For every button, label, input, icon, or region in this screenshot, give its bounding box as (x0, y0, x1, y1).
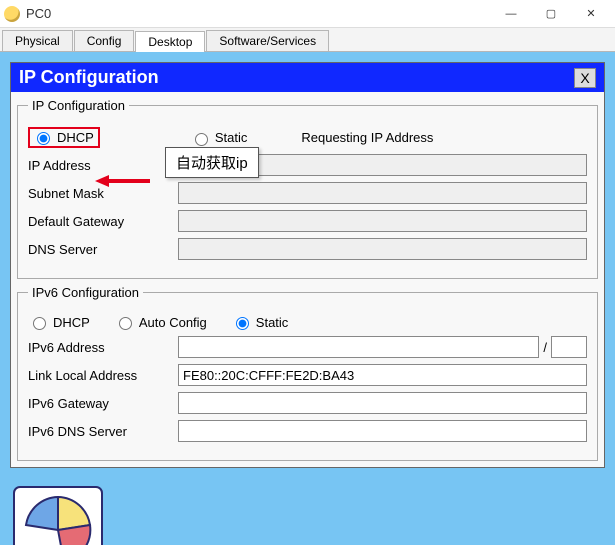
dns-server-input[interactable] (178, 238, 587, 260)
ipv6-static-radio-input[interactable] (236, 317, 249, 330)
ipv4-dhcp-radio[interactable]: DHCP (28, 127, 100, 148)
ip-configuration-window: IP Configuration X IP Configuration DHCP… (10, 62, 605, 468)
subnet-mask-input[interactable] (178, 182, 587, 204)
ipv6-address-row: IPv6 Address / (28, 336, 587, 358)
ipv6-dns-input[interactable] (178, 420, 587, 442)
ipv6-gateway-input[interactable] (178, 392, 587, 414)
ipv4-static-label: Static (215, 130, 248, 145)
minimize-button[interactable]: — (491, 0, 531, 28)
ipv6-fieldset: IPv6 Configuration DHCP Auto Config Stat… (17, 285, 598, 461)
titlebar: PC0 — ▢ ✕ (0, 0, 615, 28)
ipv6-autoconfig-label: Auto Config (139, 315, 207, 330)
link-local-row: Link Local Address (28, 364, 587, 386)
annotation-arrow-icon (95, 173, 150, 189)
ip-configuration-close-button[interactable]: X (574, 68, 596, 88)
default-gateway-input[interactable] (178, 210, 587, 232)
link-local-label: Link Local Address (28, 368, 178, 383)
ipv6-static-radio[interactable]: Static (231, 314, 289, 330)
ipv4-mode-row: DHCP Static Requesting IP Address (28, 127, 587, 148)
ipv4-dhcp-radio-input[interactable] (37, 132, 50, 145)
ipv6-dns-row: IPv6 DNS Server (28, 420, 587, 442)
ipv6-gateway-row: IPv6 Gateway (28, 392, 587, 414)
ipv6-static-label: Static (256, 315, 289, 330)
tab-physical[interactable]: Physical (2, 30, 73, 51)
ip-address-label: IP Address (28, 158, 178, 173)
ipv4-status-text: Requesting IP Address (301, 130, 433, 145)
ipv6-dhcp-radio[interactable]: DHCP (28, 314, 90, 330)
maximize-button[interactable]: ▢ (531, 0, 571, 28)
link-local-input[interactable] (178, 364, 587, 386)
tab-config[interactable]: Config (74, 30, 135, 51)
tab-software-services[interactable]: Software/Services (206, 30, 329, 51)
ip-configuration-title: IP Configuration (19, 67, 574, 88)
ipv6-dhcp-radio-input[interactable] (33, 317, 46, 330)
window-title: PC0 (26, 6, 491, 21)
tab-desktop[interactable]: Desktop (135, 31, 205, 52)
dns-server-label: DNS Server (28, 242, 178, 257)
default-gateway-row: Default Gateway (28, 210, 587, 232)
desktop-area: IP Configuration X IP Configuration DHCP… (0, 52, 615, 545)
close-button[interactable]: ✕ (571, 0, 611, 28)
ipv6-mode-row: DHCP Auto Config Static (28, 314, 587, 330)
ipv6-address-label: IPv6 Address (28, 340, 178, 355)
ipv4-static-radio-input[interactable] (195, 133, 208, 146)
desktop-shortcut-icon[interactable] (12, 485, 107, 545)
ipv6-prefix-input[interactable] (551, 336, 587, 358)
annotation-tooltip: 自动获取ip (165, 147, 259, 178)
ipv6-dns-label: IPv6 DNS Server (28, 424, 178, 439)
ipv4-dhcp-label: DHCP (57, 130, 94, 145)
ipv6-legend: IPv6 Configuration (28, 285, 143, 300)
main-tabs: Physical Config Desktop Software/Service… (0, 28, 615, 52)
ipv6-autoconfig-radio-input[interactable] (119, 317, 132, 330)
ipv4-static-radio[interactable]: Static (190, 130, 248, 146)
ipv6-address-input[interactable] (178, 336, 539, 358)
ipv4-legend: IP Configuration (28, 98, 129, 113)
ipv6-prefix-slash: / (543, 340, 547, 355)
ip-configuration-titlebar: IP Configuration X (11, 63, 604, 92)
app-icon (4, 6, 20, 22)
ipv6-gateway-label: IPv6 Gateway (28, 396, 178, 411)
dns-server-row: DNS Server (28, 238, 587, 260)
ipv6-autoconfig-radio[interactable]: Auto Config (114, 314, 207, 330)
default-gateway-label: Default Gateway (28, 214, 178, 229)
ipv6-dhcp-label: DHCP (53, 315, 90, 330)
window-controls: — ▢ ✕ (491, 0, 611, 28)
